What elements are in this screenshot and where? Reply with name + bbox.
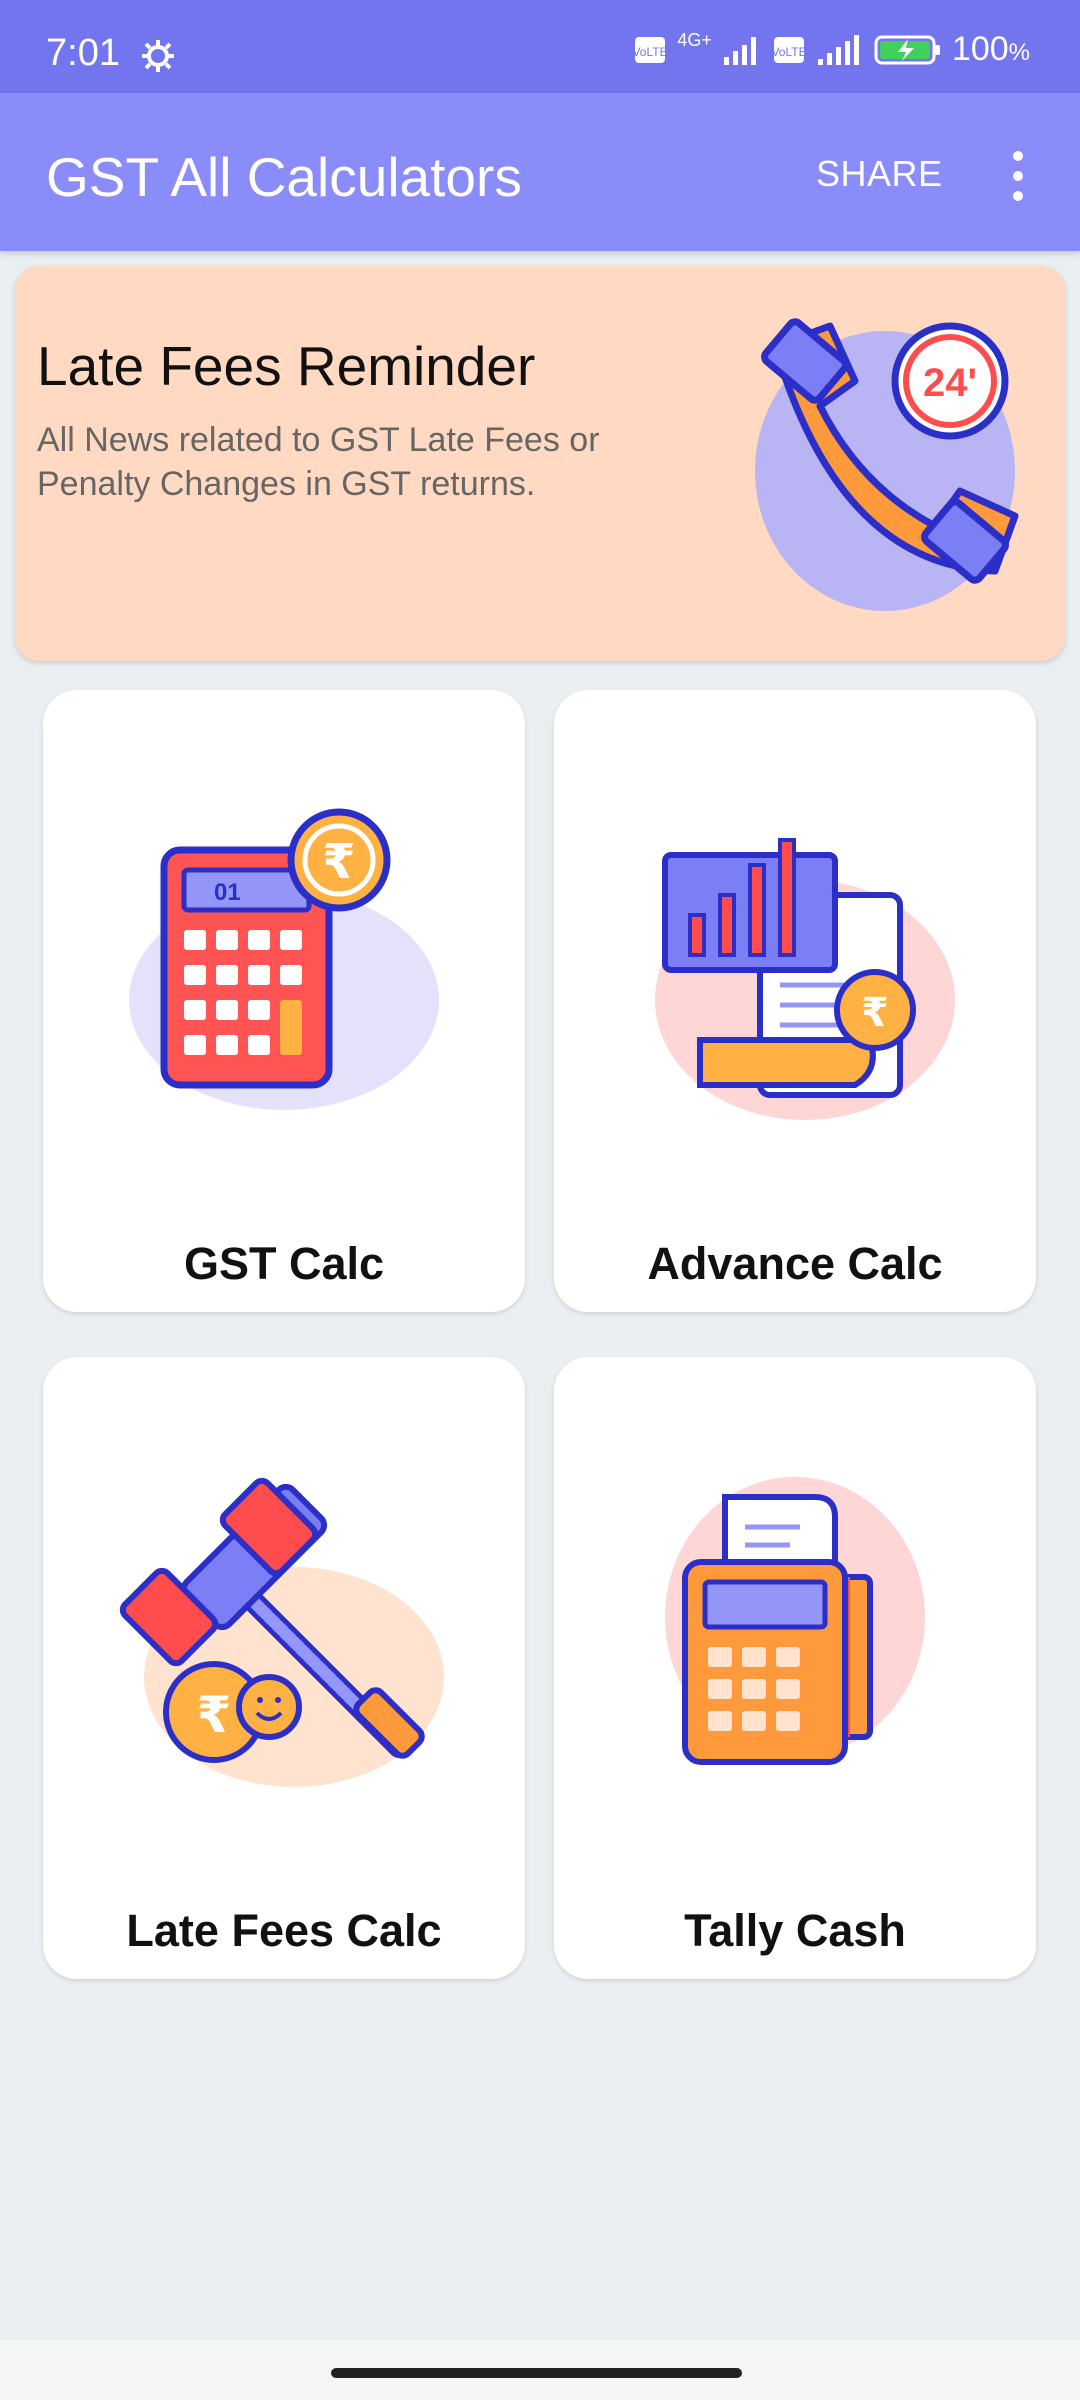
card-late-fees-calc[interactable]: ₹ Late Fees Calc	[43, 1357, 525, 1979]
calc-display-text: 01	[214, 879, 241, 906]
clock-24-text: 24'	[923, 361, 977, 405]
card-label: Advance Calc	[647, 1238, 943, 1289]
more-options-icon[interactable]	[1000, 148, 1036, 204]
card-gst-calc[interactable]: 01 ₹ GST Calc	[43, 690, 525, 1312]
calculator-rupee-icon: 01 ₹	[129, 808, 439, 1110]
network-type-label: 4G+	[677, 30, 712, 50]
battery-level: 100%	[951, 30, 1030, 68]
card-tally-cash[interactable]: Tally Cash	[554, 1357, 1036, 1979]
card-label: GST Calc	[183, 1238, 385, 1289]
status-bar: 7:01 VoLTE 4G+ VoLTE 100%	[0, 0, 1080, 93]
card-advance-calc[interactable]: ₹ Advance Calc	[554, 690, 1036, 1312]
card-label: Tally Cash	[684, 1905, 906, 1956]
app-bar: GST All Calculators SHARE	[0, 93, 1080, 251]
gavel-rupee-icon: ₹	[119, 1477, 444, 1787]
status-time: 7:01	[46, 32, 120, 74]
svg-text:VoLTE: VoLTE	[633, 45, 667, 59]
status-indicators: VoLTE 4G+ VoLTE 100%	[633, 30, 1030, 69]
banner-title: Late Fees Reminder	[37, 335, 536, 397]
svg-text:₹: ₹	[197, 1686, 232, 1744]
svg-text:VoLTE: VoLTE	[772, 45, 806, 59]
gesture-nav-bar	[0, 2340, 1080, 2400]
app-title: GST All Calculators	[46, 146, 522, 208]
bar-chart-receipt-icon: ₹	[655, 838, 955, 1120]
volte-icon: VoLTE	[633, 36, 667, 63]
svg-text:₹: ₹	[861, 990, 889, 1036]
pos-terminal-icon	[665, 1477, 925, 1765]
late-fees-reminder-banner[interactable]: Late Fees Reminder All News related to G…	[15, 266, 1065, 661]
svg-text:₹: ₹	[322, 834, 355, 890]
settings-gear-icon	[142, 40, 174, 72]
signal-strength-icon	[723, 36, 756, 65]
home-gesture-handle[interactable]	[331, 2368, 742, 2378]
share-button[interactable]: SHARE	[816, 153, 943, 195]
card-label: Late Fees Calc	[126, 1905, 442, 1956]
signal-strength-icon-2	[817, 34, 859, 65]
volte-icon-2: VoLTE	[772, 36, 806, 63]
battery-icon	[874, 35, 940, 64]
banner-subtitle: All News related to GST Late Fees or Pen…	[37, 421, 600, 503]
phone-24h-icon: 24'	[755, 318, 1019, 611]
